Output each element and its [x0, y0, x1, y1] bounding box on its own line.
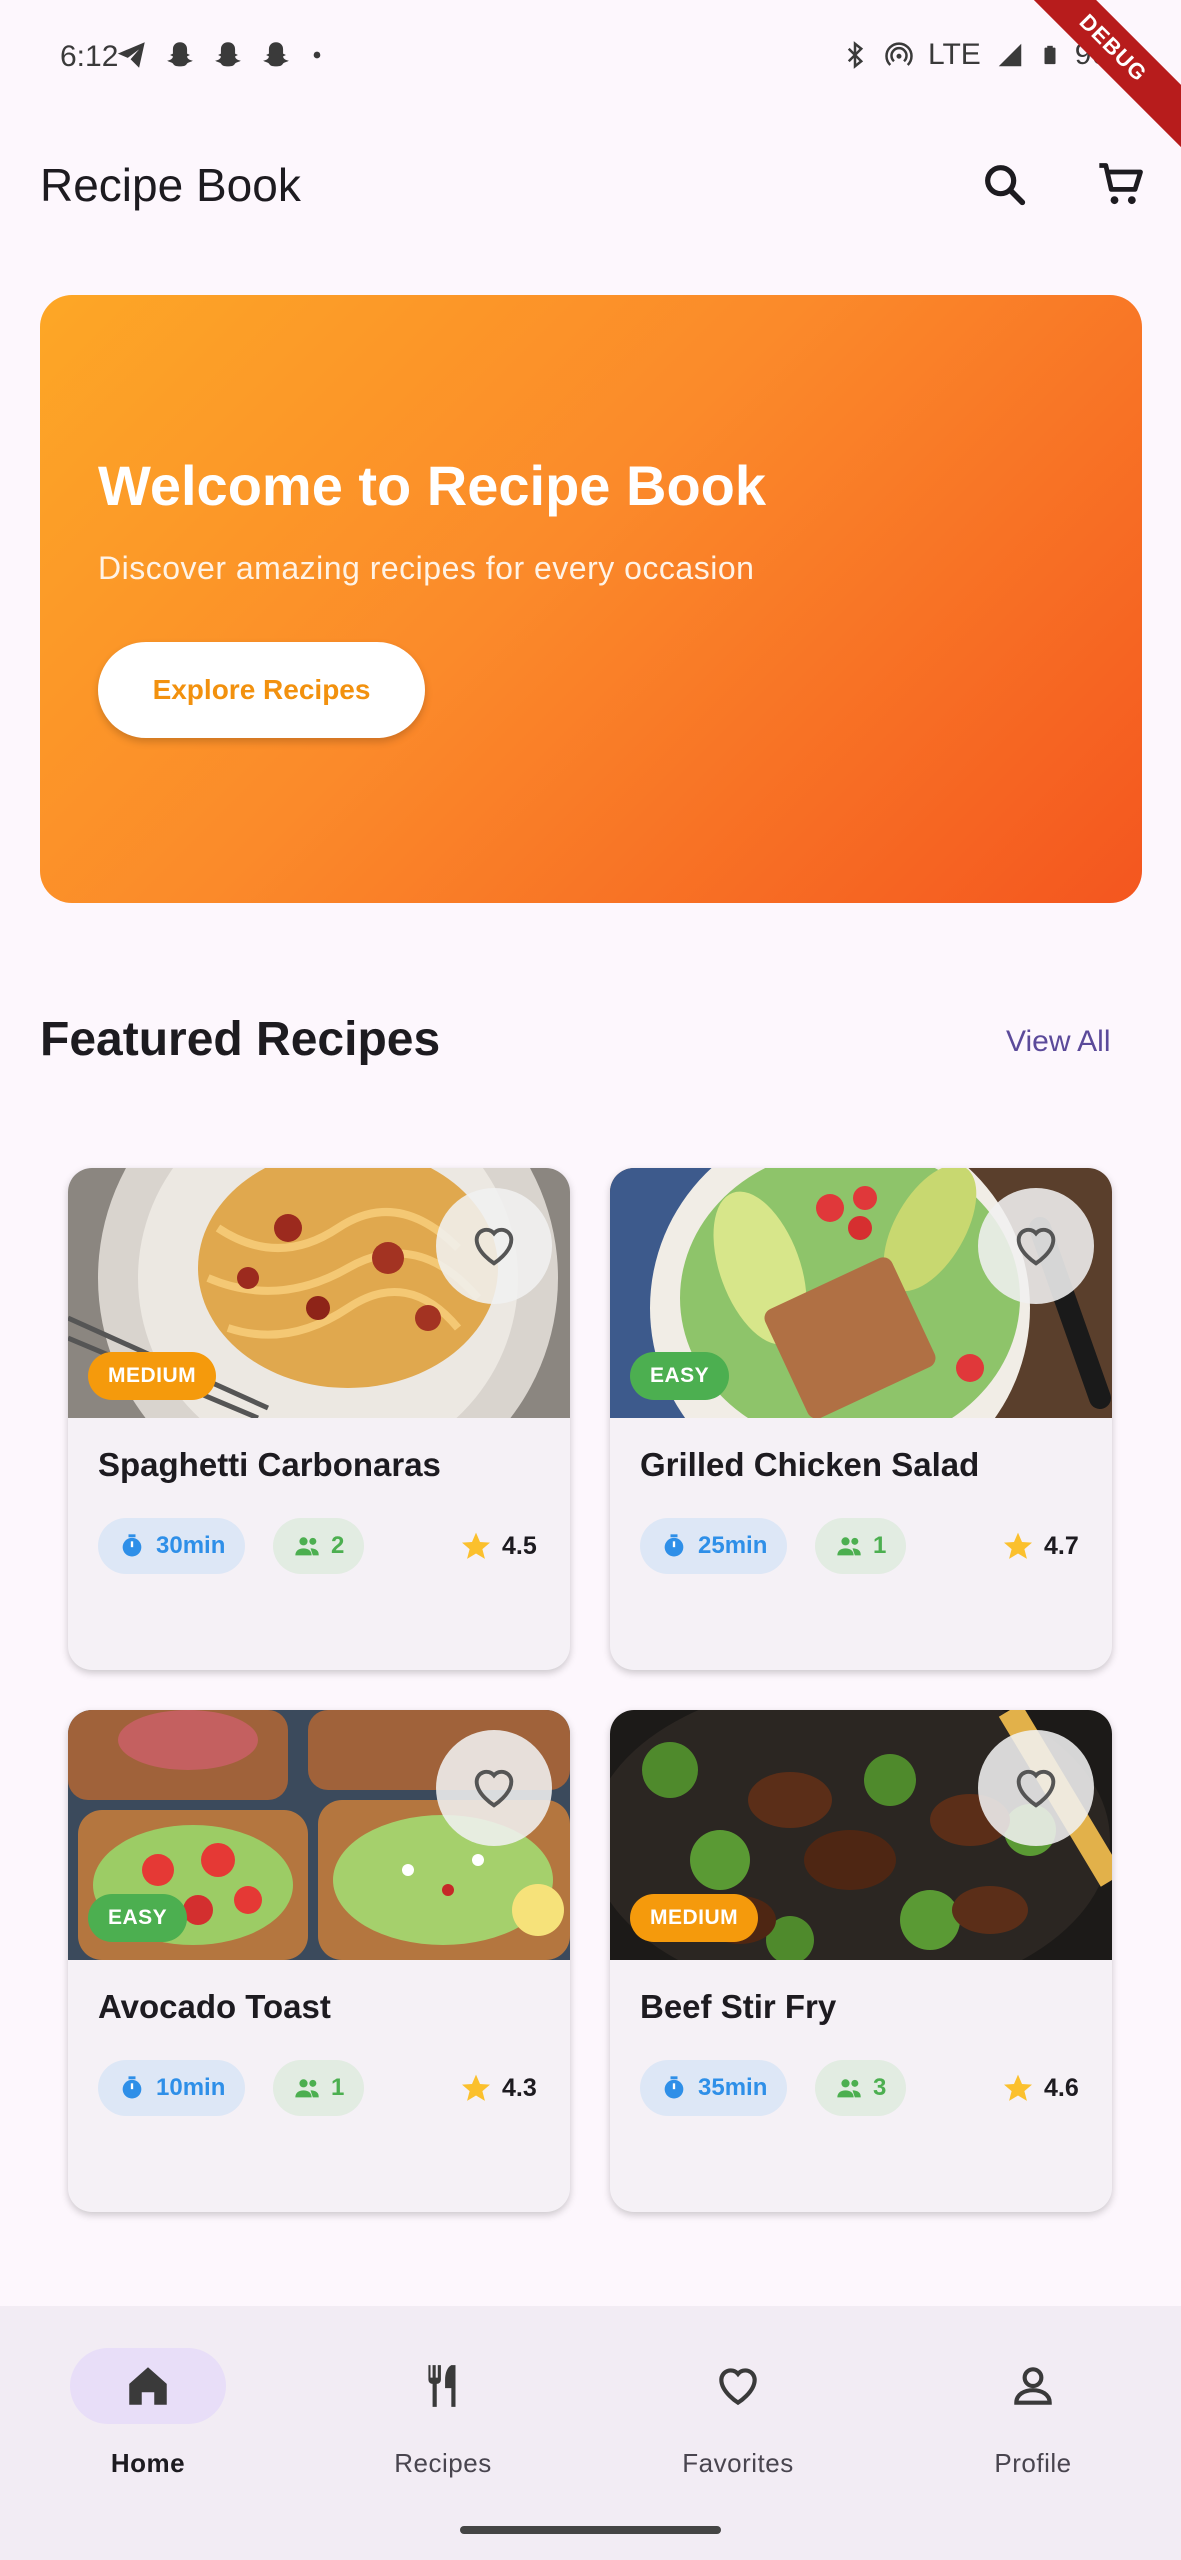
recipe-title: Grilled Chicken Salad	[640, 1446, 980, 1483]
time-chip: 10min	[98, 2060, 246, 2116]
nav-indicator	[955, 2348, 1111, 2424]
hotspot-icon	[885, 42, 913, 66]
snapchat-icon	[263, 42, 289, 67]
bluetooth-icon	[847, 41, 864, 69]
nav-item-profile[interactable]: Profile	[913, 2344, 1153, 2484]
star-icon	[1004, 1532, 1032, 1559]
difficulty-badge: EASY	[88, 1894, 188, 1942]
servings-chip: 3	[815, 2060, 907, 2116]
section-title: Featured Recipes	[40, 1013, 441, 1066]
rating: 4.7	[1002, 1530, 1079, 1562]
restaurant-icon	[428, 2365, 456, 2407]
cart-button[interactable]	[1086, 150, 1156, 220]
timer-icon	[664, 2076, 684, 2099]
nav-label: Profile	[994, 2448, 1072, 2478]
rating-value: 4.5	[502, 1531, 537, 1560]
network-type: LTE	[928, 38, 981, 71]
timer-icon	[664, 1534, 684, 1557]
servings: 3	[873, 2074, 887, 2101]
people-icon	[295, 1537, 319, 1556]
cook-time: 10min	[156, 2074, 226, 2101]
telegram-icon	[117, 42, 145, 68]
timer-icon	[122, 1534, 142, 1557]
nav-item-recipes[interactable]: Recipes	[323, 2344, 563, 2484]
welcome-banner: Welcome to Recipe Book Discover amazing …	[40, 295, 1142, 903]
servings: 2	[331, 1532, 345, 1559]
view-all-link[interactable]: View All	[1006, 1025, 1111, 1059]
servings: 1	[873, 1532, 887, 1559]
timer-icon	[122, 2076, 142, 2099]
search-button[interactable]	[970, 150, 1040, 220]
servings-chip: 1	[273, 2060, 365, 2116]
recipe-title: Avocado Toast	[98, 1988, 331, 2025]
status-bar: 6:12 LTE 96% DEBUG	[0, 0, 1181, 156]
favorite-button[interactable]	[978, 1730, 1094, 1846]
nav-indicator	[365, 2348, 521, 2424]
heart-outline-icon	[474, 1769, 514, 1808]
search-icon	[985, 165, 1026, 206]
difficulty-badge: MEDIUM	[630, 1894, 759, 1942]
debug-banner: DEBUG	[1005, 0, 1181, 156]
notification-icons	[115, 38, 327, 72]
dot-icon	[313, 51, 321, 59]
signal-icon	[998, 43, 1022, 67]
people-icon	[837, 2079, 861, 2098]
explore-recipes-button[interactable]: Explore Recipes	[98, 642, 425, 738]
difficulty-badge: MEDIUM	[88, 1352, 217, 1400]
recipe-card[interactable]: MEDIUM Beef Stir Fry 35min 3 4.6	[610, 1710, 1112, 2212]
heart-outline-icon	[1016, 1227, 1056, 1266]
difficulty-badge: EASY	[630, 1352, 730, 1400]
nav-label: Favorites	[682, 2448, 794, 2478]
cook-time: 35min	[698, 2074, 768, 2101]
nav-indicator	[70, 2348, 226, 2424]
recipe-card[interactable]: MEDIUM Spaghetti Carbonaras 30min 2 4.5	[68, 1168, 570, 1670]
page-title: Recipe Book	[40, 159, 301, 211]
recipe-card[interactable]: EASY Grilled Chicken Salad 25min 1 4.7	[610, 1168, 1112, 1670]
rating-value: 4.3	[502, 2073, 537, 2102]
banner-title: Welcome to Recipe Book	[98, 454, 767, 517]
battery-icon	[1044, 45, 1056, 65]
heart-outline-icon	[474, 1227, 514, 1266]
time-chip: 25min	[640, 1518, 788, 1574]
servings: 1	[331, 2074, 345, 2101]
star-icon	[462, 2074, 490, 2101]
people-icon	[837, 1537, 861, 1556]
cart-icon	[1099, 163, 1143, 205]
bottom-navigation: Home Recipes Favorites Profile	[0, 2306, 1181, 2560]
star-icon	[462, 1532, 490, 1559]
favorite-button[interactable]	[978, 1188, 1094, 1304]
servings-chip: 1	[815, 1518, 907, 1574]
rating: 4.3	[460, 2072, 537, 2104]
star-icon	[1004, 2074, 1032, 2101]
nav-item-home[interactable]: Home	[28, 2344, 268, 2484]
recipe-title: Beef Stir Fry	[640, 1988, 837, 2025]
cook-time: 30min	[156, 1532, 226, 1559]
nav-indicator	[660, 2348, 816, 2424]
recipe-card[interactable]: EASY Avocado Toast 10min 1 4.3	[68, 1710, 570, 2212]
heart-outline-icon	[1016, 1769, 1056, 1808]
cook-time: 25min	[698, 1532, 768, 1559]
rating-value: 4.6	[1044, 2073, 1079, 2102]
heart-icon	[719, 2368, 757, 2406]
rating: 4.6	[1002, 2072, 1079, 2104]
servings-chip: 2	[273, 1518, 365, 1574]
banner-subtitle: Discover amazing recipes for every occas…	[98, 550, 755, 586]
home-icon	[129, 2367, 167, 2405]
rating: 4.5	[460, 1530, 537, 1562]
snapchat-icon	[215, 42, 241, 67]
time-chip: 30min	[98, 1518, 246, 1574]
home-indicator[interactable]	[460, 2526, 721, 2534]
snapchat-icon	[167, 42, 193, 67]
status-time: 6:12	[60, 40, 119, 73]
person-icon	[1014, 2367, 1052, 2405]
time-chip: 35min	[640, 2060, 788, 2116]
nav-label: Recipes	[394, 2448, 492, 2478]
recipe-title: Spaghetti Carbonaras	[98, 1446, 441, 1483]
favorite-button[interactable]	[436, 1730, 552, 1846]
people-icon	[295, 2079, 319, 2098]
favorite-button[interactable]	[436, 1188, 552, 1304]
rating-value: 4.7	[1044, 1531, 1079, 1560]
nav-label: Home	[110, 2448, 186, 2478]
nav-item-favorites[interactable]: Favorites	[618, 2344, 858, 2484]
